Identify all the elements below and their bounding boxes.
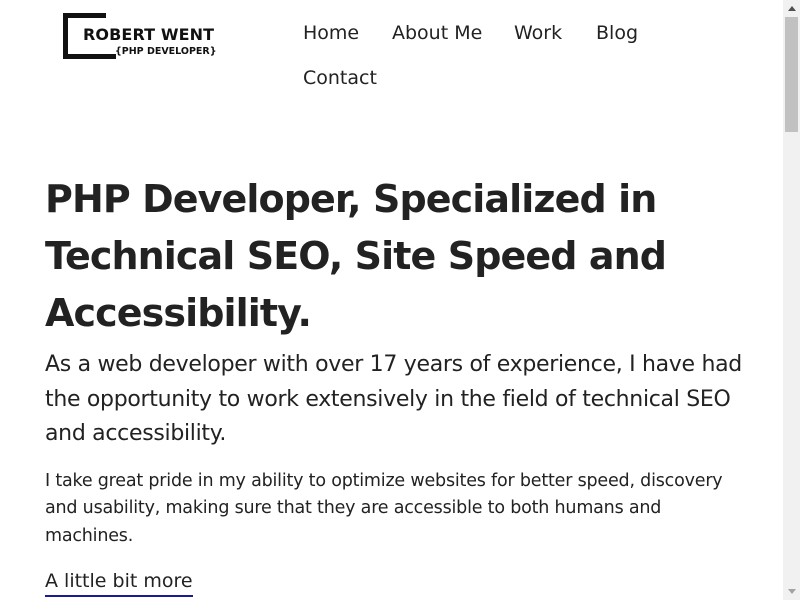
intro-body: I take great pride in my ability to opti… bbox=[45, 471, 723, 546]
nav-item-about-me[interactable]: About Me bbox=[375, 14, 499, 54]
nav-item-work[interactable]: Work bbox=[497, 14, 579, 54]
nav-item-home[interactable]: Home bbox=[286, 14, 376, 54]
page: ROBERT WENT {PHP DEVELOPER} Home About M… bbox=[0, 0, 783, 600]
logo-name: ROBERT WENT bbox=[83, 25, 217, 44]
nav-item-contact[interactable]: Contact bbox=[286, 59, 394, 99]
scroll-thumb[interactable] bbox=[785, 17, 798, 132]
more-link[interactable]: A little bit more bbox=[45, 568, 193, 597]
logo-tagline: {PHP DEVELOPER} bbox=[115, 46, 217, 57]
scroll-down-button[interactable] bbox=[783, 583, 800, 600]
arrow-down-icon bbox=[787, 589, 796, 594]
scroll-up-button[interactable] bbox=[783, 0, 800, 17]
site-logo[interactable]: ROBERT WENT {PHP DEVELOPER} bbox=[63, 13, 223, 63]
nav-item-blog[interactable]: Blog bbox=[579, 14, 655, 54]
intro-lead: As a web developer with over 17 years of… bbox=[45, 352, 742, 446]
page-title: PHP Developer, Specialized in Technical … bbox=[45, 177, 667, 335]
vertical-scrollbar[interactable] bbox=[783, 0, 800, 600]
arrow-up-icon bbox=[787, 6, 796, 11]
